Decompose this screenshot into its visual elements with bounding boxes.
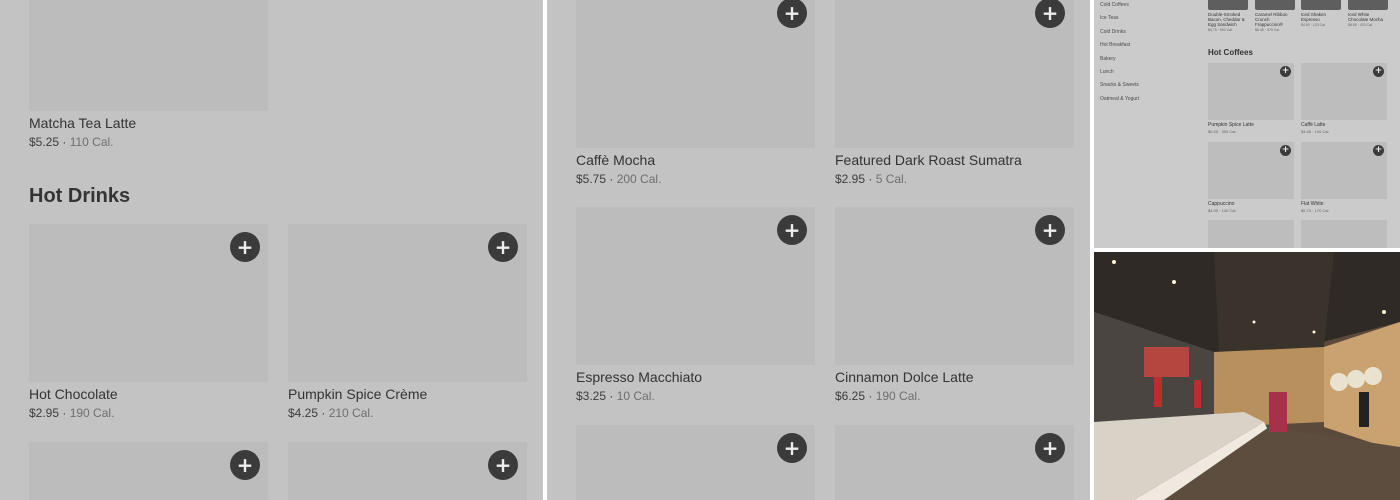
item-meta: $3.25 · 10 Cal. bbox=[576, 389, 655, 403]
item-meta: $5.25 · 110 Cal. bbox=[29, 135, 114, 149]
item-price: $5.75 bbox=[576, 172, 607, 186]
item-calories: 10 Cal. bbox=[616, 389, 655, 403]
menu-item-card[interactable]: + Featured Dark Roast Sumatra $2.95 · 5 … bbox=[835, 0, 1074, 190]
add-item-button[interactable]: + bbox=[1373, 66, 1384, 77]
menu-item-card[interactable]: + Espresso Macchiato $3.25 · 10 Cal. bbox=[576, 207, 815, 407]
menu-item-card[interactable]: + bbox=[576, 425, 815, 500]
item-price: $6.25 bbox=[835, 389, 866, 403]
item-meta: $6.75 · 500 Cal. bbox=[1208, 28, 1233, 32]
item-calories: 210 Cal. bbox=[328, 406, 374, 420]
item-price: $4.25 bbox=[288, 406, 319, 420]
add-item-button[interactable]: + bbox=[488, 450, 518, 480]
item-name: Flat White bbox=[1301, 201, 1324, 207]
menu-panel-middle: + Caffè Mocha $5.75 · 200 Cal. + Feature… bbox=[547, 0, 1090, 500]
featured-item[interactable]: Iced Shaken Espresso $4.50 · 120 Cal. bbox=[1301, 0, 1341, 27]
menu-item-card[interactable]: + Caffè Mocha $5.75 · 200 Cal. bbox=[576, 0, 815, 190]
menu-item-card[interactable]: + bbox=[835, 425, 1074, 500]
section-title-hot-drinks: Hot Drinks bbox=[29, 185, 131, 207]
item-image bbox=[1208, 0, 1248, 10]
sidebar-item-ice-teas[interactable]: Ice Teas bbox=[1100, 15, 1119, 21]
menu-panel-left: Matcha Tea Latte $5.25 · 110 Cal. Hot Dr… bbox=[0, 0, 543, 500]
item-name: Espresso Macchiato bbox=[576, 369, 703, 385]
item-name: Hot Chocolate bbox=[29, 386, 118, 402]
item-price: $2.95 bbox=[835, 172, 866, 186]
section-title-hot-coffees: Hot Coffees bbox=[1208, 48, 1253, 57]
item-image-placeholder bbox=[576, 0, 815, 148]
item-meta: $6.45 · 470 Cal. bbox=[1255, 28, 1280, 32]
item-meta: $6.55 · 390 Cal. bbox=[1208, 129, 1237, 134]
sidebar-item-cold-coffees[interactable]: Cold Coffees bbox=[1100, 2, 1129, 8]
item-meta: $6.25 · 190 Cal. bbox=[835, 389, 921, 403]
sidebar-item-hot-breakfast[interactable]: Hot Breakfast bbox=[1100, 42, 1130, 48]
store-interior-illustration bbox=[1094, 252, 1400, 500]
item-calories: 110 Cal. bbox=[69, 135, 114, 149]
item-meta: $2.95 · 190 Cal. bbox=[29, 406, 115, 420]
item-price: $2.95 bbox=[29, 406, 60, 420]
menu-item-card[interactable]: Matcha Tea Latte $5.25 · 110 Cal. bbox=[29, 0, 268, 155]
item-meta: $4.65 · 190 Cal. bbox=[1301, 129, 1330, 134]
menu-item-card[interactable]: + bbox=[29, 442, 268, 500]
add-item-button[interactable]: + bbox=[1280, 66, 1291, 77]
item-name: Cinnamon Dolce Latte bbox=[835, 369, 974, 385]
menu-item-card[interactable]: + Pumpkin Spice Crème $4.25 · 210 Cal. bbox=[288, 224, 527, 424]
item-name: Caramel Ribbon Crunch Frappuccino® bbox=[1255, 12, 1288, 27]
item-name: Iced Shaken Espresso bbox=[1301, 12, 1327, 22]
menu-item-card[interactable]: + Cinnamon Dolce Latte $6.25 · 190 Cal. bbox=[835, 207, 1074, 407]
item-price: $3.25 bbox=[576, 389, 607, 403]
item-name: Cappuccino bbox=[1208, 201, 1235, 207]
item-image-placeholder bbox=[835, 425, 1074, 500]
item-meta: $4.95 · 140 Cal. bbox=[1208, 208, 1237, 213]
item-name: Caffè Mocha bbox=[576, 152, 656, 168]
item-calories: 190 Cal. bbox=[69, 406, 115, 420]
item-price: $5.25 bbox=[29, 135, 60, 149]
menu-item-card[interactable]: + bbox=[288, 442, 527, 500]
item-image-placeholder bbox=[1208, 220, 1294, 248]
item-calories: 200 Cal. bbox=[616, 172, 662, 186]
sidebar-item-lunch[interactable]: Lunch bbox=[1100, 69, 1114, 75]
add-item-button[interactable]: + bbox=[230, 450, 260, 480]
item-image-placeholder bbox=[576, 425, 815, 500]
item-name: Pumpkin Spice Latte bbox=[1208, 122, 1254, 128]
item-name: Featured Dark Roast Sumatra bbox=[835, 152, 1022, 168]
add-item-button[interactable]: + bbox=[488, 232, 518, 262]
item-name: Double-Smoked Bacon, Cheddar & Egg Sandw… bbox=[1208, 12, 1245, 27]
item-meta: $4.25 · 210 Cal. bbox=[288, 406, 374, 420]
sidebar-item-cold-drinks[interactable]: Cold Drinks bbox=[1100, 29, 1126, 35]
item-calories: 5 Cal. bbox=[875, 172, 908, 186]
item-image bbox=[1301, 0, 1341, 10]
featured-item[interactable]: Double-Smoked Bacon, Cheddar & Egg Sandw… bbox=[1208, 0, 1248, 32]
item-name: Pumpkin Spice Crème bbox=[288, 386, 428, 402]
sidebar-item-snacks-sweets[interactable]: Snacks & Sweets bbox=[1100, 82, 1139, 88]
item-image bbox=[1255, 0, 1295, 10]
add-item-button[interactable]: + bbox=[1280, 145, 1291, 156]
sidebar-item-bakery[interactable]: Bakery bbox=[1100, 56, 1116, 62]
item-image bbox=[1348, 0, 1388, 10]
add-item-button[interactable]: + bbox=[230, 232, 260, 262]
item-image-placeholder bbox=[1301, 220, 1387, 248]
item-name: Iced White Chocolate Mocha bbox=[1348, 12, 1384, 22]
item-meta: $5.75 · 170 Cal. bbox=[1301, 208, 1330, 213]
item-image-placeholder bbox=[29, 0, 268, 111]
sidebar-item-oatmeal-yogurt[interactable]: Oatmeal & Yogurt bbox=[1100, 96, 1139, 102]
item-meta: $6.65 · 420 Cal. bbox=[1348, 23, 1373, 27]
add-item-button[interactable]: + bbox=[777, 433, 807, 463]
item-calories: 190 Cal. bbox=[875, 389, 921, 403]
add-item-button[interactable]: + bbox=[1035, 433, 1065, 463]
add-item-button[interactable]: + bbox=[1035, 215, 1065, 245]
item-meta: $4.50 · 120 Cal. bbox=[1301, 23, 1326, 27]
store-interior-photo bbox=[1094, 252, 1400, 500]
item-name: Matcha Tea Latte bbox=[29, 115, 137, 131]
menu-page-overview: Cold Coffees Ice Teas Cold Drinks Hot Br… bbox=[1094, 0, 1400, 248]
add-item-button[interactable]: + bbox=[777, 215, 807, 245]
menu-item-card[interactable]: + Hot Chocolate $2.95 · 190 Cal. bbox=[29, 224, 268, 424]
add-item-button[interactable]: + bbox=[1373, 145, 1384, 156]
featured-item[interactable]: Iced White Chocolate Mocha $6.65 · 420 C… bbox=[1348, 0, 1388, 27]
item-name: Caffè Latte bbox=[1301, 122, 1326, 128]
item-meta: $2.95 · 5 Cal. bbox=[835, 172, 908, 186]
item-meta: $5.75 · 200 Cal. bbox=[576, 172, 662, 186]
featured-item[interactable]: Caramel Ribbon Crunch Frappuccino® $6.45… bbox=[1255, 0, 1295, 32]
